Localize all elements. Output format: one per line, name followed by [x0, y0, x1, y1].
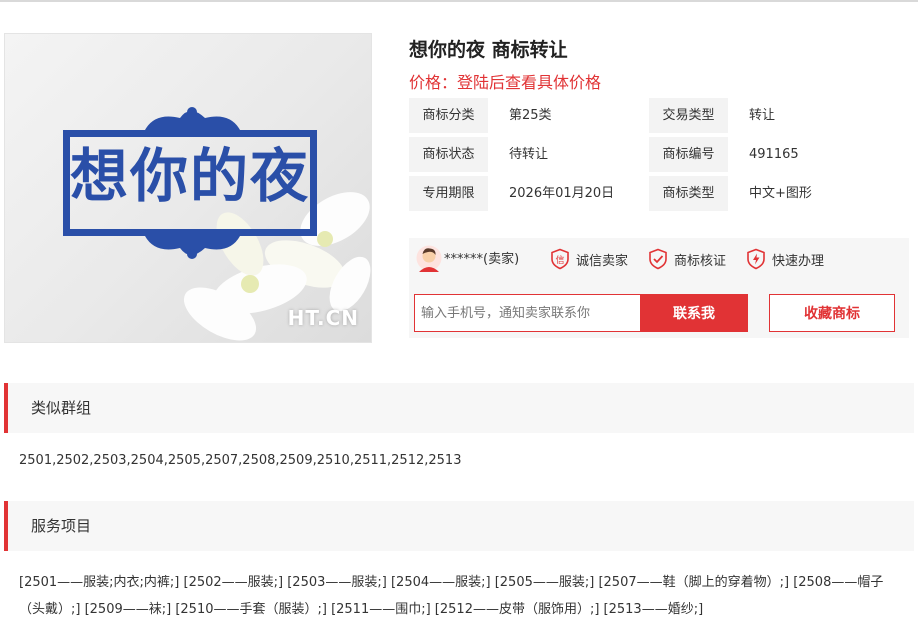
badge-fast-processing: 快速办理	[745, 247, 824, 271]
similar-groups-list: 2501,2502,2503,2504,2505,2507,2508,2509,…	[19, 453, 462, 468]
services-header: 服务项目	[4, 501, 914, 551]
check-shield-icon	[649, 248, 667, 270]
badge-label: 商标核证	[674, 253, 727, 269]
lightning-shield-icon	[747, 248, 765, 270]
trademark-image: 想你的夜 HT.CN	[4, 33, 372, 343]
services-list: [2501——服装;内衣;内裤;] [2502——服装;] [2503——服装;…	[19, 575, 884, 617]
favorite-trademark-button[interactable]: 收藏商标	[769, 294, 895, 332]
attribute-table: 商标分类 第25类 交易类型 转让 商标状态 待转让 商标编号 491165 专…	[409, 98, 909, 215]
watermark: HT.CN	[287, 306, 359, 330]
attribute-row: 商标分类 第25类 交易类型 转让	[409, 98, 909, 137]
attribute-value: 中文+图形	[749, 186, 812, 201]
credit-shield-icon: 信	[551, 248, 569, 270]
badge-label: 快速办理	[772, 253, 825, 269]
section-title: 类似群组	[31, 399, 92, 417]
attribute-label: 商标分类	[409, 98, 488, 133]
attribute-row: 专用期限 2026年01月20日 商标类型 中文+图形	[409, 176, 909, 215]
attribute-row: 商标状态 待转让 商标编号 491165	[409, 137, 909, 176]
attribute-label: 商标状态	[409, 137, 488, 172]
attribute-label: 商标类型	[649, 176, 728, 211]
page-title: 想你的夜 商标转让	[409, 39, 568, 61]
price-label: 价格：	[409, 73, 458, 92]
seller-panel: ******(卖家) 信 诚信卖家 商标核证 快速办理 联系我 收藏商标	[409, 238, 909, 338]
attribute-label: 专用期限	[409, 176, 488, 211]
attribute-label: 交易类型	[649, 98, 728, 133]
attribute-value: 待转让	[509, 147, 549, 162]
attribute-value: 491165	[749, 147, 799, 162]
seller-avatar-icon	[416, 245, 442, 272]
seller-name: ******(卖家)	[444, 252, 520, 267]
trademark-logo-text: 想你的夜	[69, 142, 310, 210]
svg-text:信: 信	[555, 254, 564, 266]
attribute-label: 商标编号	[649, 137, 728, 172]
attribute-value: 第25类	[509, 108, 552, 123]
top-divider	[0, 0, 918, 2]
attribute-value: 2026年01月20日	[509, 186, 615, 201]
badge-label: 诚信卖家	[576, 253, 629, 269]
similar-groups-header: 类似群组	[4, 383, 914, 433]
attribute-value: 转让	[749, 108, 776, 123]
price-line: 价格：登陆后查看具体价格	[409, 69, 601, 93]
phone-input[interactable]	[414, 294, 640, 332]
badge-credit-seller: 信 诚信卖家	[549, 247, 628, 271]
price-value[interactable]: 登陆后查看具体价格	[457, 73, 601, 92]
contact-seller-button[interactable]: 联系我	[640, 294, 748, 332]
section-title: 服务项目	[31, 517, 92, 535]
badge-trademark-verified: 商标核证	[647, 247, 726, 271]
